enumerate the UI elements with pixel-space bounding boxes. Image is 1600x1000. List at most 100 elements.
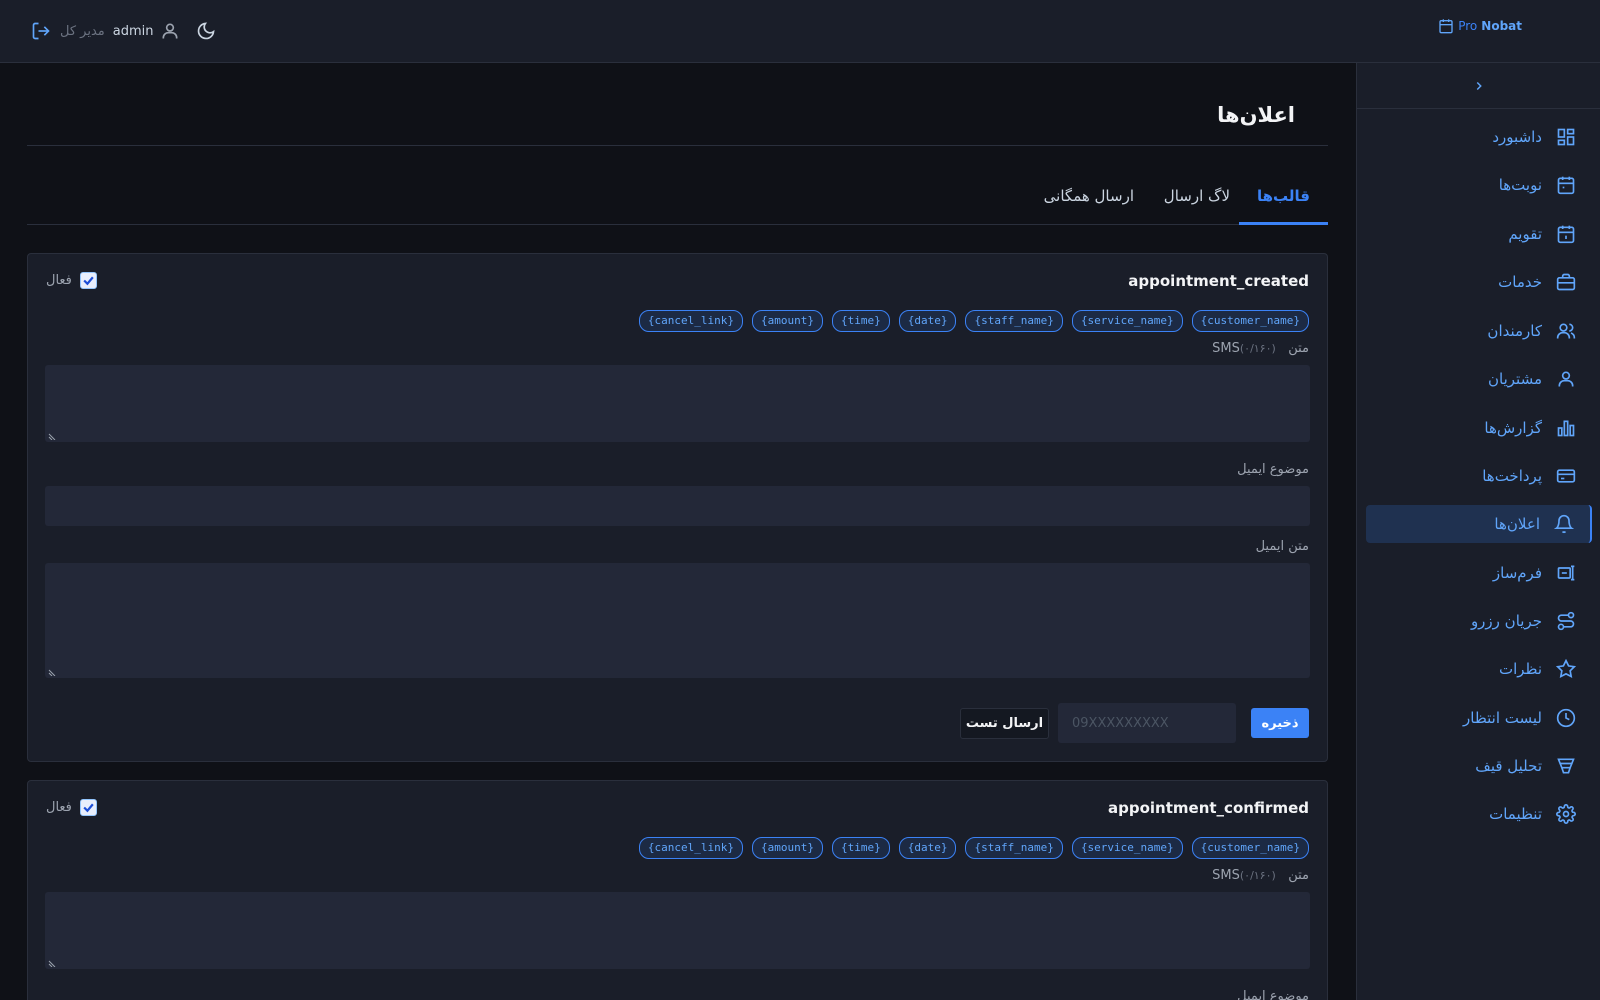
resize-grip-icon[interactable] — [48, 668, 56, 676]
sidebar-item-label: فرم‌ساز — [1492, 564, 1542, 582]
variable-chip[interactable]: {customer_name} — [1191, 310, 1309, 332]
star-icon — [1556, 659, 1576, 679]
sidebar-item-settings[interactable]: تنظیمات — [1366, 795, 1592, 833]
email-subject-input[interactable] — [45, 486, 1310, 526]
template-card: appointment_created فعال {customer_name}… — [27, 253, 1328, 762]
clock-icon — [1556, 708, 1576, 728]
variable-chip[interactable]: {amount} — [751, 310, 823, 332]
variable-chips: {customer_name} {service_name} {staff_na… — [638, 310, 1309, 332]
user-role: مدیر کل — [60, 23, 105, 39]
email-subject-label: موضوع ایمیل — [1237, 462, 1309, 477]
moon-icon[interactable] — [195, 20, 217, 42]
header-user-area: مدیر کل admin — [30, 18, 217, 44]
page-title: اعلان‌ها — [1217, 103, 1295, 127]
user-icon — [159, 20, 181, 42]
sidebar-item-label: نوبت‌ها — [1498, 176, 1542, 194]
sidebar-item-label: کارمندان — [1487, 322, 1542, 340]
active-toggle[interactable]: فعال — [46, 272, 97, 289]
active-checkbox[interactable] — [79, 272, 97, 289]
credit-card-icon — [1556, 469, 1576, 483]
variable-chip[interactable]: {service_name} — [1071, 310, 1183, 332]
sidebar-item-funnel-analysis[interactable]: تحلیل قیف — [1366, 747, 1592, 785]
tabs-bar: قالب‌ها لاگ ارسال ارسال همگانی — [27, 173, 1328, 225]
active-toggle[interactable]: فعال — [46, 799, 97, 816]
sidebar-item-label: گزارش‌ها — [1484, 419, 1542, 437]
email-body-label: متن ایمیل — [1255, 539, 1309, 554]
active-checkbox[interactable] — [79, 799, 97, 816]
form-builder-icon — [1557, 565, 1575, 581]
username: admin — [112, 23, 154, 39]
active-label: فعال — [46, 273, 72, 288]
save-button[interactable]: ذخیره — [1251, 708, 1309, 738]
sidebar-item-notifications[interactable]: اعلان‌ها — [1366, 505, 1592, 543]
variable-chip[interactable]: {staff_name} — [965, 837, 1063, 859]
chart-icon — [1557, 420, 1575, 437]
tab-broadcast[interactable]: ارسال همگانی — [1044, 173, 1134, 225]
sidebar-item-appointments[interactable]: نوبت‌ها — [1366, 166, 1592, 204]
sidebar-item-booking-flow[interactable]: جریان رزرو — [1366, 602, 1592, 640]
sidebar-item-label: تقویم — [1508, 225, 1542, 243]
variable-chip[interactable]: {staff_name} — [965, 310, 1063, 332]
flow-icon — [1557, 611, 1575, 631]
template-name: appointment_created — [1128, 272, 1309, 290]
chevron-right-icon — [1476, 81, 1482, 90]
sms-label-text: متن — [1288, 341, 1309, 356]
variable-chip[interactable]: {cancel_link} — [638, 837, 743, 859]
variable-chip[interactable]: {customer_name} — [1191, 837, 1309, 859]
dashboard-icon — [1557, 128, 1575, 146]
logo-nobat-text: Nobat — [1481, 19, 1522, 33]
sidebar-item-customers[interactable]: مشتریان — [1366, 360, 1592, 398]
sms-label: متن (۰/۱۶۰)SMS — [1212, 341, 1309, 356]
sidebar-item-label: تحلیل قیف — [1475, 757, 1542, 775]
sidebar-item-label: اعلان‌ها — [1494, 515, 1540, 533]
sidebar-item-dashboard[interactable]: داشبورد — [1366, 118, 1592, 156]
sidebar-item-staff[interactable]: کارمندان — [1366, 312, 1592, 350]
sms-label-suffix: SMS — [1212, 868, 1240, 883]
sms-label: متن (۰/۱۶۰)SMS — [1212, 868, 1309, 883]
sidebar-collapse-button[interactable] — [1357, 63, 1600, 109]
sms-label-text: متن — [1288, 868, 1309, 883]
user-icon — [1558, 371, 1574, 387]
calendar-icon — [1439, 19, 1453, 34]
sidebar-item-reports[interactable]: گزارش‌ها — [1366, 409, 1592, 447]
check-icon — [83, 276, 94, 286]
variable-chip[interactable]: {cancel_link} — [638, 310, 743, 332]
sidebar-item-waitlist[interactable]: لیست انتظار — [1366, 699, 1592, 737]
tab-templates[interactable]: قالب‌ها — [1239, 173, 1328, 225]
sidebar-item-form-builder[interactable]: فرم‌ساز — [1366, 554, 1592, 592]
variable-chip[interactable]: {date} — [898, 310, 957, 332]
sidebar-item-label: تنظیمات — [1489, 805, 1542, 823]
variable-chip[interactable]: {amount} — [751, 837, 823, 859]
funnel-icon — [1557, 758, 1575, 774]
sidebar-item-calendar[interactable]: تقویم — [1366, 215, 1592, 253]
resize-grip-icon[interactable] — [48, 959, 56, 967]
sidebar-item-payments[interactable]: پرداخت‌ها — [1366, 457, 1592, 495]
variable-chip[interactable]: {service_name} — [1071, 837, 1183, 859]
variable-chip[interactable]: {time} — [831, 837, 890, 859]
gear-icon — [1556, 804, 1576, 824]
sidebar-item-label: خدمات — [1498, 273, 1542, 291]
variable-chip[interactable]: {date} — [898, 837, 957, 859]
app-logo[interactable]: Pro Nobat — [1438, 18, 1522, 34]
variable-chip[interactable]: {time} — [831, 310, 890, 332]
email-body-textarea[interactable] — [45, 563, 1310, 678]
sidebar-item-label: پرداخت‌ها — [1482, 467, 1542, 485]
send-test-button[interactable]: ارسال تست — [960, 708, 1049, 739]
resize-grip-icon[interactable] — [48, 432, 56, 440]
sidebar-item-label: جریان رزرو — [1470, 612, 1542, 630]
active-label: فعال — [46, 800, 72, 815]
sidebar: داشبورد نوبت‌ها تقویم خدمات کارمندان مشت… — [1356, 63, 1600, 1000]
sms-textarea[interactable] — [45, 365, 1310, 442]
tab-send-log[interactable]: لاگ ارسال — [1164, 173, 1230, 225]
sidebar-item-label: مشتریان — [1488, 370, 1542, 388]
sms-textarea[interactable] — [45, 892, 1310, 969]
calendar-check-icon — [1557, 176, 1575, 195]
logout-icon[interactable] — [30, 20, 52, 42]
variable-chips: {customer_name} {service_name} {staff_na… — [638, 837, 1309, 859]
sidebar-item-label: نظرات — [1498, 660, 1542, 678]
sms-char-count: (۰/۱۶۰) — [1239, 342, 1276, 355]
test-phone-input[interactable]: 09XXXXXXXXX — [1058, 703, 1236, 743]
sidebar-item-services[interactable]: خدمات — [1366, 263, 1592, 301]
sidebar-item-reviews[interactable]: نظرات — [1366, 650, 1592, 688]
sidebar-item-label: لیست انتظار — [1463, 709, 1542, 727]
